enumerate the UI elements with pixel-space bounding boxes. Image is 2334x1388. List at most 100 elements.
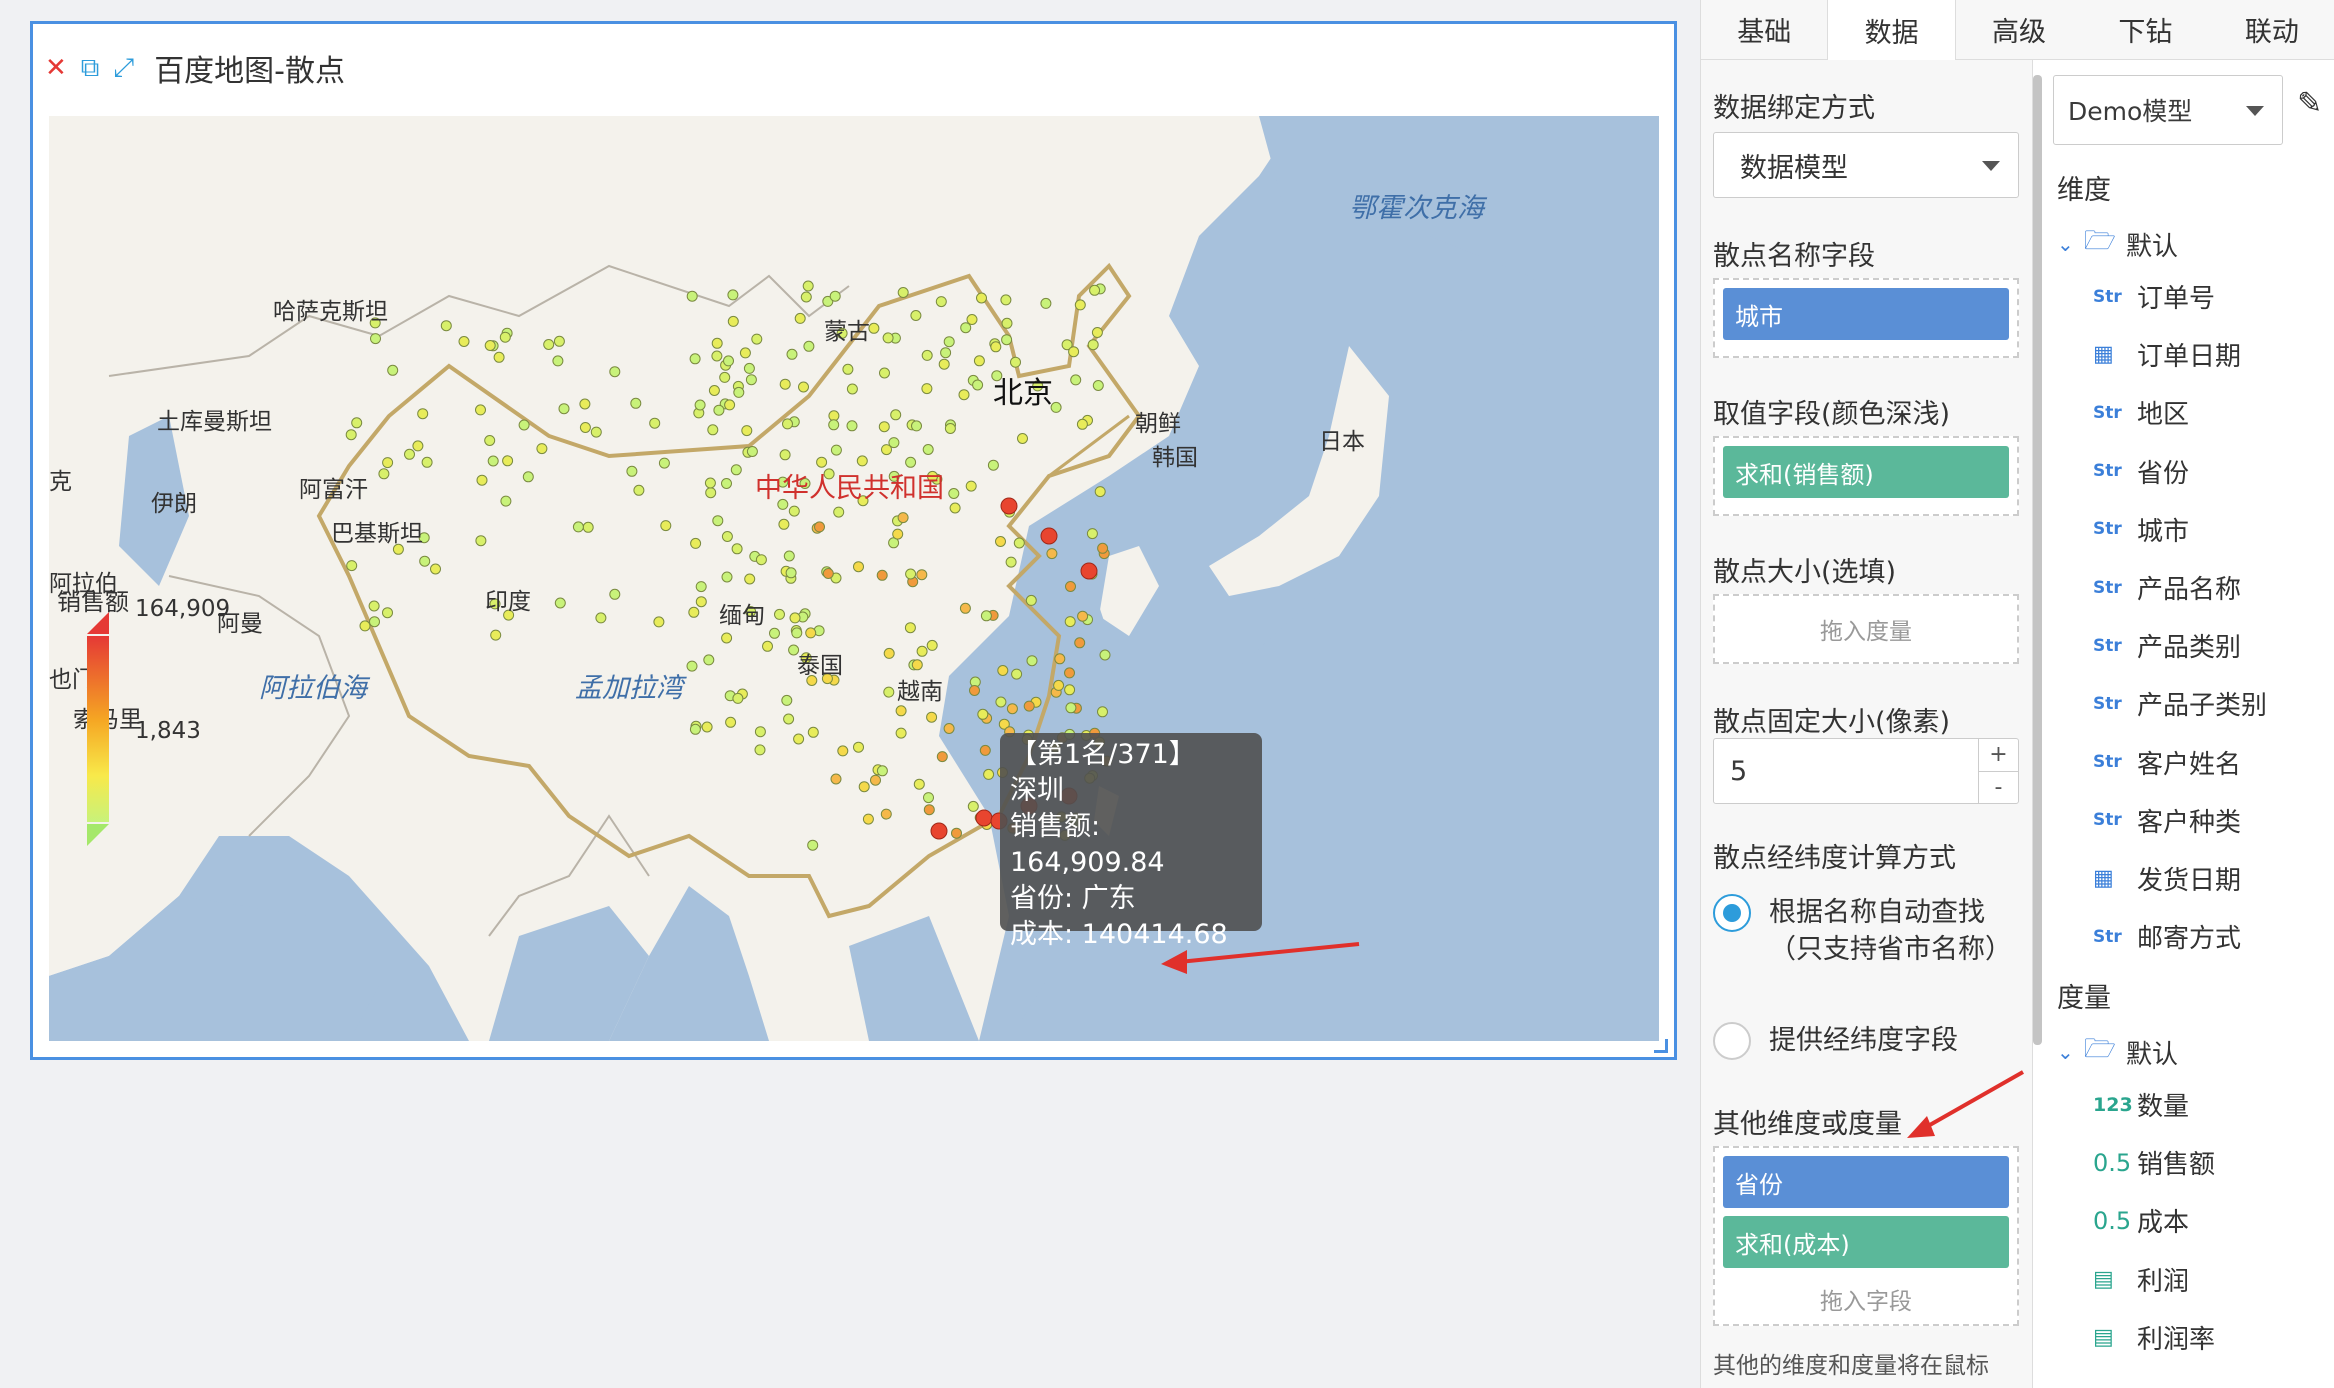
scatter-point[interactable] [739,347,751,359]
scatter-point[interactable] [1001,317,1013,329]
scatter-point[interactable] [829,290,841,302]
scatter-point[interactable] [846,383,858,395]
scatter-point[interactable] [690,537,702,549]
scatter-point[interactable] [779,449,791,461]
scatter-point[interactable] [579,398,591,410]
stepper-down-button[interactable]: - [1979,772,2018,804]
scatter-point[interactable] [554,597,566,609]
scatter-point[interactable] [707,424,719,436]
scatter-point[interactable] [1074,637,1086,649]
scatter-point[interactable] [828,419,840,431]
tab-advanced[interactable]: 高级 [1956,0,2082,59]
scatter-point[interactable] [997,665,1009,676]
scatter-point[interactable] [553,335,565,347]
scatter-point[interactable] [830,444,842,456]
scatter-point[interactable] [755,554,767,566]
scatter-point[interactable] [1013,537,1025,549]
scatter-point[interactable] [805,627,817,639]
scatter-point[interactable] [649,417,661,429]
scatter-point[interactable] [368,600,380,612]
scatter-point[interactable] [430,563,441,575]
scatter-point[interactable] [783,550,795,562]
scatter-point[interactable] [948,488,960,499]
measure-field-item[interactable]: 0.5 销售额 [2093,1144,2215,1181]
scatter-point[interactable] [711,350,723,362]
scatter-point[interactable] [762,640,773,652]
dimension-field-item[interactable]: Str 产品子类别 [2093,685,2267,722]
scatter-point[interactable] [689,353,701,365]
scatter-point[interactable] [609,366,621,378]
scatter-point[interactable] [476,474,488,486]
tab-drilldown[interactable]: 下钻 [2082,0,2208,59]
geo-option-fields[interactable]: 提供经纬度字段 [1713,1022,1958,1060]
chevron-down-icon[interactable]: ⌄ [2057,232,2074,256]
scatter-point[interactable] [721,571,733,583]
scatter-point[interactable] [781,694,793,706]
scatter-point[interactable] [543,339,555,350]
value-field-chip[interactable]: 求和(销售额) [1723,446,2009,498]
name-field-chip[interactable]: 城市 [1723,288,2009,340]
scatter-point[interactable] [1077,610,1089,622]
dimension-field-item[interactable]: Str 城市 [2093,511,2189,548]
scatter-point[interactable] [719,371,731,383]
scatter-point[interactable] [926,639,938,651]
scatter-point[interactable] [995,696,1007,708]
measure-field-item[interactable]: 123 数量 [2093,1086,2189,1123]
scatter-point[interactable] [1025,594,1037,606]
scatter-point[interactable] [897,512,909,524]
scatter-point[interactable] [609,588,621,600]
scatter-point[interactable] [493,351,505,363]
scatter-point[interactable] [440,320,452,332]
scatter-point[interactable] [387,364,399,376]
tab-data[interactable]: 数据 [1827,0,1956,61]
scatter-point[interactable] [484,340,496,351]
scatter-point[interactable] [892,528,904,540]
scatter-point[interactable] [990,341,1002,353]
scatter-point[interactable] [522,471,534,483]
scatter-point-hot[interactable] [1040,527,1058,545]
scatter-point[interactable] [1064,684,1076,696]
scatter-point[interactable] [979,744,991,756]
scatter-point[interactable] [789,612,801,624]
fixed-size-input[interactable]: 5 + - [1713,738,2019,804]
other-chip-province[interactable]: 省份 [1723,1156,2009,1208]
scatter-point[interactable] [404,448,415,460]
scatter-point[interactable] [959,602,971,614]
scatter-point-hot[interactable] [975,809,993,827]
scatter-point[interactable] [713,404,725,416]
scatter-point[interactable] [803,340,815,352]
scatter-point[interactable] [916,645,928,657]
scatter-point[interactable] [382,607,393,619]
scatter-point[interactable] [741,425,753,437]
scatter-point[interactable] [883,647,895,659]
scatter-point[interactable] [727,289,739,301]
scatter-point[interactable] [960,322,972,334]
scatter-point[interactable] [940,347,952,359]
scatter-point[interactable] [878,421,890,433]
chevron-down-icon[interactable]: ⌄ [2057,1040,2074,1064]
dimension-field-item[interactable]: ▦ 发货日期 [2093,860,2241,897]
scatter-point[interactable] [558,403,570,415]
scatter-point[interactable] [695,581,707,593]
scatter-point[interactable] [499,331,511,343]
scatter-point[interactable] [987,459,999,471]
scatter-point[interactable] [590,426,602,438]
dimension-folder[interactable]: ⌄ 🗁 默认 [2057,222,2178,266]
scatter-point-hot[interactable] [1080,562,1098,580]
scatter-point[interactable] [923,792,934,804]
scatter-point[interactable] [783,713,795,725]
scatter-point[interactable] [943,336,955,348]
scatter-point[interactable] [782,418,793,430]
scatter-point[interactable] [369,616,380,628]
scatter-point[interactable] [484,435,496,446]
scatter-point[interactable] [686,660,698,672]
scatter-point[interactable] [1054,653,1066,665]
scatter-point[interactable] [1000,294,1012,306]
copy-icon[interactable]: ⧉ [81,55,100,81]
scatter-point[interactable] [837,745,849,757]
scatter-point[interactable] [705,487,717,499]
scatter-point[interactable] [475,404,486,416]
scatter-point[interactable] [853,561,864,573]
scatter-point[interactable] [754,744,766,756]
scatter-point[interactable] [1026,655,1038,667]
